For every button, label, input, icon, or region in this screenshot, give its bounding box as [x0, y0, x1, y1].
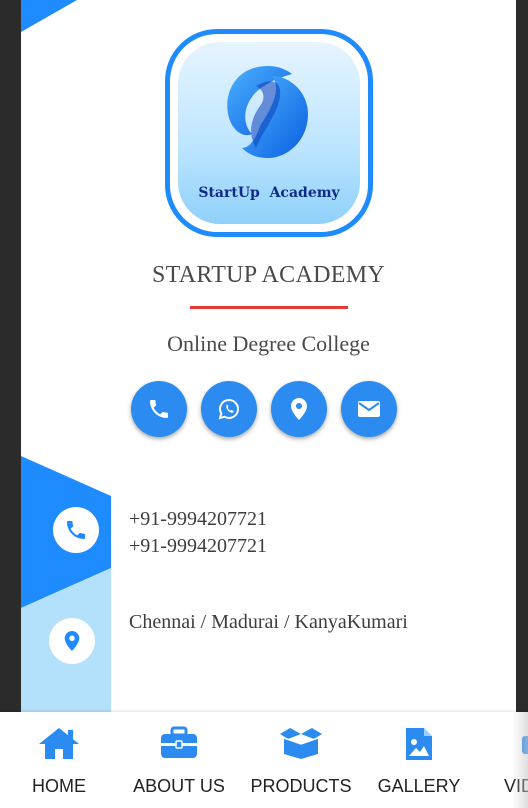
quick-actions	[131, 381, 397, 437]
nav-about-us-label: ABOUT US	[133, 776, 225, 796]
briefcase-icon	[161, 726, 197, 758]
phone-icon	[150, 400, 168, 418]
location-pin-icon	[291, 398, 307, 420]
nav-about-us[interactable]: ABOUT US	[124, 712, 234, 808]
email-button[interactable]	[341, 381, 397, 437]
nav-home-label: HOME	[32, 776, 86, 796]
phone-numbers: +91-9994207721 +91-9994207721	[129, 506, 267, 560]
whatsapp-button[interactable]	[201, 381, 257, 437]
nav-home[interactable]: HOME	[4, 712, 114, 808]
call-button[interactable]	[131, 381, 187, 437]
company-name: STARTUP ACADEMY	[152, 262, 385, 288]
logo: StartUp Academy	[165, 29, 373, 237]
nav-products-label: PRODUCTS	[250, 776, 352, 796]
address-text: Chennai / Madurai / KanyaKumari	[129, 611, 408, 633]
nav-gallery[interactable]: GALLERY	[364, 712, 474, 808]
whatsapp-icon	[218, 398, 239, 420]
contact-decoration	[21, 456, 111, 718]
corner-decoration	[21, 0, 77, 32]
phone-number-1[interactable]: +91-9994207721	[129, 506, 267, 533]
location-info-icon-badge	[49, 618, 95, 664]
logo-text: StartUp Academy	[198, 185, 340, 201]
business-card: StartUp Academy STARTUP ACADEMY Online D…	[21, 0, 516, 808]
location-button[interactable]	[271, 381, 327, 437]
company-tagline: Online Degree College	[167, 331, 370, 356]
logo-mark-icon	[227, 66, 308, 158]
nav-products[interactable]: PRODUCTS	[246, 712, 356, 808]
title-divider	[190, 306, 348, 309]
phone-info-icon-badge	[53, 507, 99, 553]
envelope-icon	[358, 401, 380, 417]
image-icon	[406, 728, 432, 760]
nav-gallery-label: GALLERY	[377, 776, 461, 796]
bottom-navigation: HOME ABOUT US PRODUCTS GALLERY VID	[0, 712, 528, 808]
phone-icon	[67, 521, 85, 539]
box-icon	[280, 728, 322, 759]
location-pin-icon	[64, 631, 80, 651]
home-icon	[39, 728, 79, 759]
phone-number-2[interactable]: +91-9994207721	[129, 533, 267, 560]
nav-scroll-fade	[512, 712, 528, 808]
